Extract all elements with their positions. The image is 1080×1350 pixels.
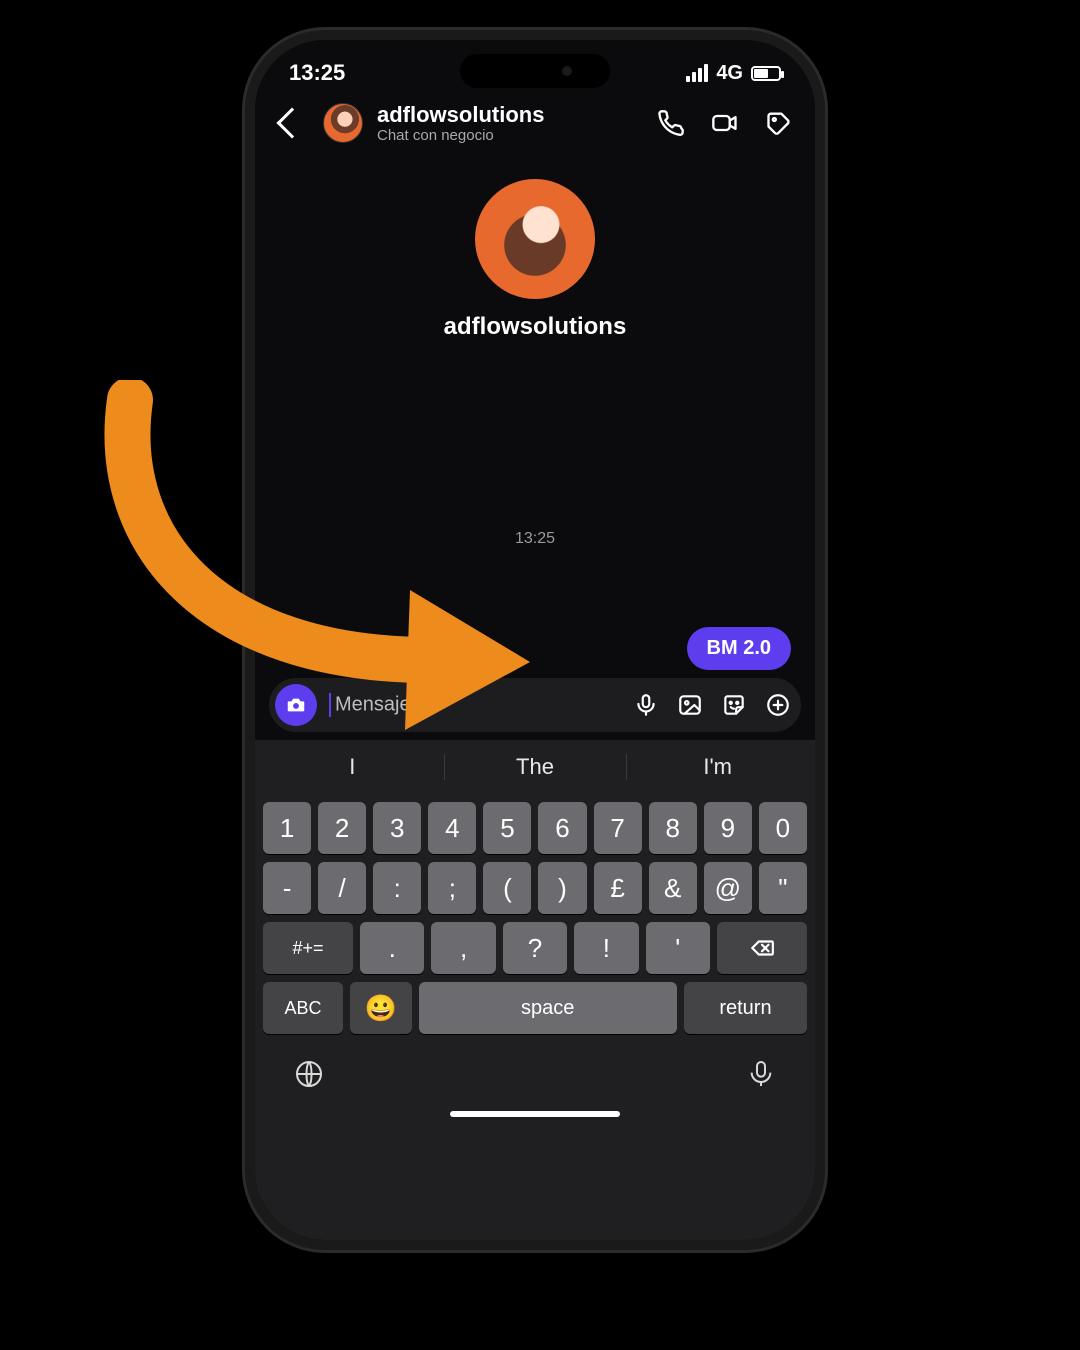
key-row-2: - / : ; ( ) £ & @ "	[263, 862, 807, 914]
network-label: 4G	[716, 62, 743, 85]
message-input[interactable]: Mensaje...	[329, 693, 621, 717]
home-indicator[interactable]	[450, 1111, 620, 1117]
gallery-icon[interactable]	[677, 692, 703, 718]
key-rparen[interactable]: )	[538, 862, 586, 914]
message-placeholder: Mensaje...	[335, 693, 427, 715]
key-lparen[interactable]: (	[483, 862, 531, 914]
back-icon[interactable]	[276, 108, 307, 139]
key-8[interactable]: 8	[649, 802, 697, 854]
chat-scroll-area[interactable]: 13:25 BM 2.0	[255, 460, 815, 680]
key-apostrophe[interactable]: '	[646, 922, 710, 974]
camera-button[interactable]	[275, 684, 317, 726]
key-5[interactable]: 5	[483, 802, 531, 854]
key-quote[interactable]: "	[759, 862, 807, 914]
globe-icon[interactable]	[293, 1058, 325, 1095]
battery-icon	[751, 66, 781, 81]
key-row-bottom: ABC 😀 space return	[263, 982, 807, 1034]
contact-avatar[interactable]	[475, 179, 595, 299]
key-9[interactable]: 9	[704, 802, 752, 854]
suggestion-2[interactable]: The	[444, 740, 627, 794]
key-backspace[interactable]	[717, 922, 807, 974]
key-space[interactable]: space	[419, 982, 677, 1034]
key-comma[interactable]: ,	[431, 922, 495, 974]
key-emoji[interactable]: 😀	[350, 982, 412, 1034]
video-call-icon[interactable]	[711, 109, 739, 137]
key-semicolon[interactable]: ;	[428, 862, 476, 914]
key-question[interactable]: ?	[503, 922, 567, 974]
voice-message-icon[interactable]	[633, 692, 659, 718]
dictation-icon[interactable]	[745, 1058, 777, 1095]
key-7[interactable]: 7	[594, 802, 642, 854]
key-period[interactable]: .	[360, 922, 424, 974]
soft-keyboard: I The I'm 1 2 3 4 5 6 7 8 9 0 -	[255, 740, 815, 1240]
cellular-signal-icon	[686, 64, 708, 82]
key-amp[interactable]: &	[649, 862, 697, 914]
message-composer: Mensaje...	[269, 678, 801, 732]
phone-notch	[460, 54, 610, 88]
tag-icon[interactable]	[765, 109, 793, 137]
header-title-block[interactable]: adflowsolutions Chat con negocio	[377, 102, 643, 145]
header-subtitle: Chat con negocio	[377, 127, 643, 144]
status-time: 13:25	[289, 60, 345, 86]
header-avatar[interactable]	[323, 103, 363, 143]
phone-call-icon[interactable]	[657, 109, 685, 137]
key-2[interactable]: 2	[318, 802, 366, 854]
header-actions	[657, 109, 793, 137]
key-row-3: #+= . , ? ! '	[263, 922, 807, 974]
key-6[interactable]: 6	[538, 802, 586, 854]
contact-profile-block: adflowsolutions	[255, 179, 815, 341]
key-4[interactable]: 4	[428, 802, 476, 854]
key-3[interactable]: 3	[373, 802, 421, 854]
key-return[interactable]: return	[684, 982, 807, 1034]
key-more-symbols[interactable]: #+=	[263, 922, 353, 974]
key-exclaim[interactable]: !	[574, 922, 638, 974]
header-username: adflowsolutions	[377, 102, 643, 127]
suggestion-3[interactable]: I'm	[626, 740, 809, 794]
status-right: 4G	[686, 62, 781, 85]
add-icon[interactable]	[765, 692, 791, 718]
message-timestamp: 13:25	[255, 530, 815, 548]
key-colon[interactable]: :	[373, 862, 421, 914]
key-abc[interactable]: ABC	[263, 982, 343, 1034]
key-at[interactable]: @	[704, 862, 752, 914]
key-dash[interactable]: -	[263, 862, 311, 914]
key-1[interactable]: 1	[263, 802, 311, 854]
key-pound[interactable]: £	[594, 862, 642, 914]
sent-message-bubble[interactable]: BM 2.0	[687, 627, 791, 670]
phone-frame: 13:25 4G adflowsolutions Chat con negoci…	[245, 30, 825, 1250]
chat-header: adflowsolutions Chat con negocio	[255, 92, 815, 159]
contact-display-name: adflowsolutions	[255, 313, 815, 341]
keyboard-footer	[261, 1042, 809, 1101]
suggestion-1[interactable]: I	[261, 740, 444, 794]
sticker-icon[interactable]	[721, 692, 747, 718]
key-row-1: 1 2 3 4 5 6 7 8 9 0	[263, 802, 807, 854]
key-0[interactable]: 0	[759, 802, 807, 854]
screen: 13:25 4G adflowsolutions Chat con negoci…	[255, 40, 815, 1240]
canvas: 13:25 4G adflowsolutions Chat con negoci…	[0, 0, 1080, 1350]
key-slash[interactable]: /	[318, 862, 366, 914]
text-cursor	[329, 693, 331, 717]
keyboard-suggestions: I The I'm	[261, 740, 809, 794]
